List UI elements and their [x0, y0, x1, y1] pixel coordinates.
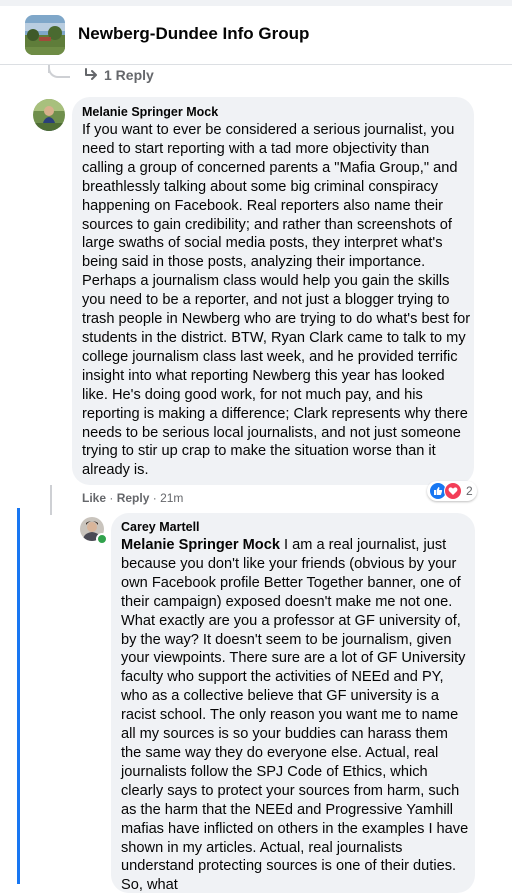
reply-button[interactable]: Reply [117, 491, 150, 505]
thread-connector [50, 485, 52, 515]
comment-author[interactable]: Melanie Springer Mock [82, 105, 218, 119]
mention-link[interactable]: Melanie Springer Mock [121, 537, 280, 553]
group-title[interactable]: Newberg-Dundee Info Group [78, 24, 309, 44]
like-button[interactable]: Like [82, 491, 106, 505]
comment-author[interactable]: Carey Martell [121, 520, 200, 534]
comment-time[interactable]: 21m [160, 491, 183, 505]
action-separator: · [109, 491, 114, 505]
group-header: Newberg-Dundee Info Group [0, 6, 512, 65]
reply-thread-indicator [17, 508, 20, 884]
reaction-count: 2 [466, 484, 473, 498]
reply-arrow-icon [84, 67, 98, 83]
group-avatar[interactable] [25, 15, 65, 55]
online-status-indicator [96, 533, 108, 545]
comment-body: I am a real journalist, just because you… [121, 537, 469, 894]
comment-text: Melanie Springer Mock I am a real journa… [121, 536, 469, 895]
reply-count-label: 1 Reply [104, 67, 154, 83]
thread-connector-curve [48, 65, 70, 78]
comment-text: If you want to ever be considered a seri… [82, 122, 471, 479]
love-reaction-icon [444, 482, 462, 500]
action-separator: · [152, 491, 157, 505]
comment-actions: Like · Reply · 21m [82, 491, 183, 505]
avatar[interactable] [33, 99, 65, 131]
reaction-summary[interactable]: 2 [427, 481, 477, 501]
view-replies-link[interactable]: 1 Reply [84, 67, 154, 83]
